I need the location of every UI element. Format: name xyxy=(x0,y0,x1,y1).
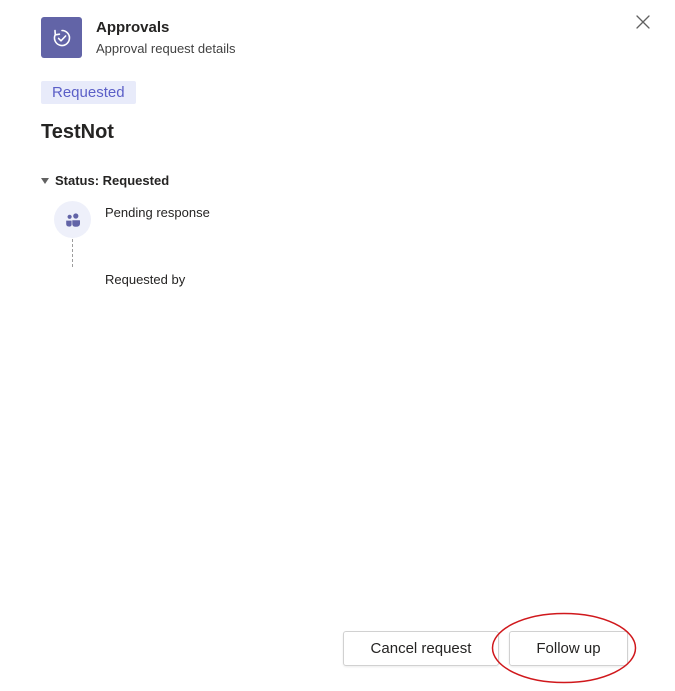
approvals-app-icon xyxy=(41,17,82,58)
caret-down-icon xyxy=(41,177,49,184)
follow-up-button[interactable]: Follow up xyxy=(509,631,628,666)
status-badge: Requested xyxy=(41,81,136,104)
requested-by-label: Requested by xyxy=(105,272,186,287)
app-subtitle: Approval request details xyxy=(96,41,236,56)
close-icon xyxy=(636,15,650,29)
timeline-connector xyxy=(72,239,73,267)
cancel-request-button[interactable]: Cancel request xyxy=(343,631,499,666)
close-button[interactable] xyxy=(632,11,654,33)
people-icon xyxy=(65,212,80,227)
pending-response-text: Pending response xyxy=(105,205,210,220)
avatar xyxy=(54,201,91,238)
status-label: Status: Requested xyxy=(55,173,170,188)
app-title: Approvals xyxy=(96,19,170,36)
status-section-toggle[interactable]: Status: Requested xyxy=(41,173,169,188)
request-title: TestNot xyxy=(41,121,114,143)
approvals-icon xyxy=(53,29,70,46)
